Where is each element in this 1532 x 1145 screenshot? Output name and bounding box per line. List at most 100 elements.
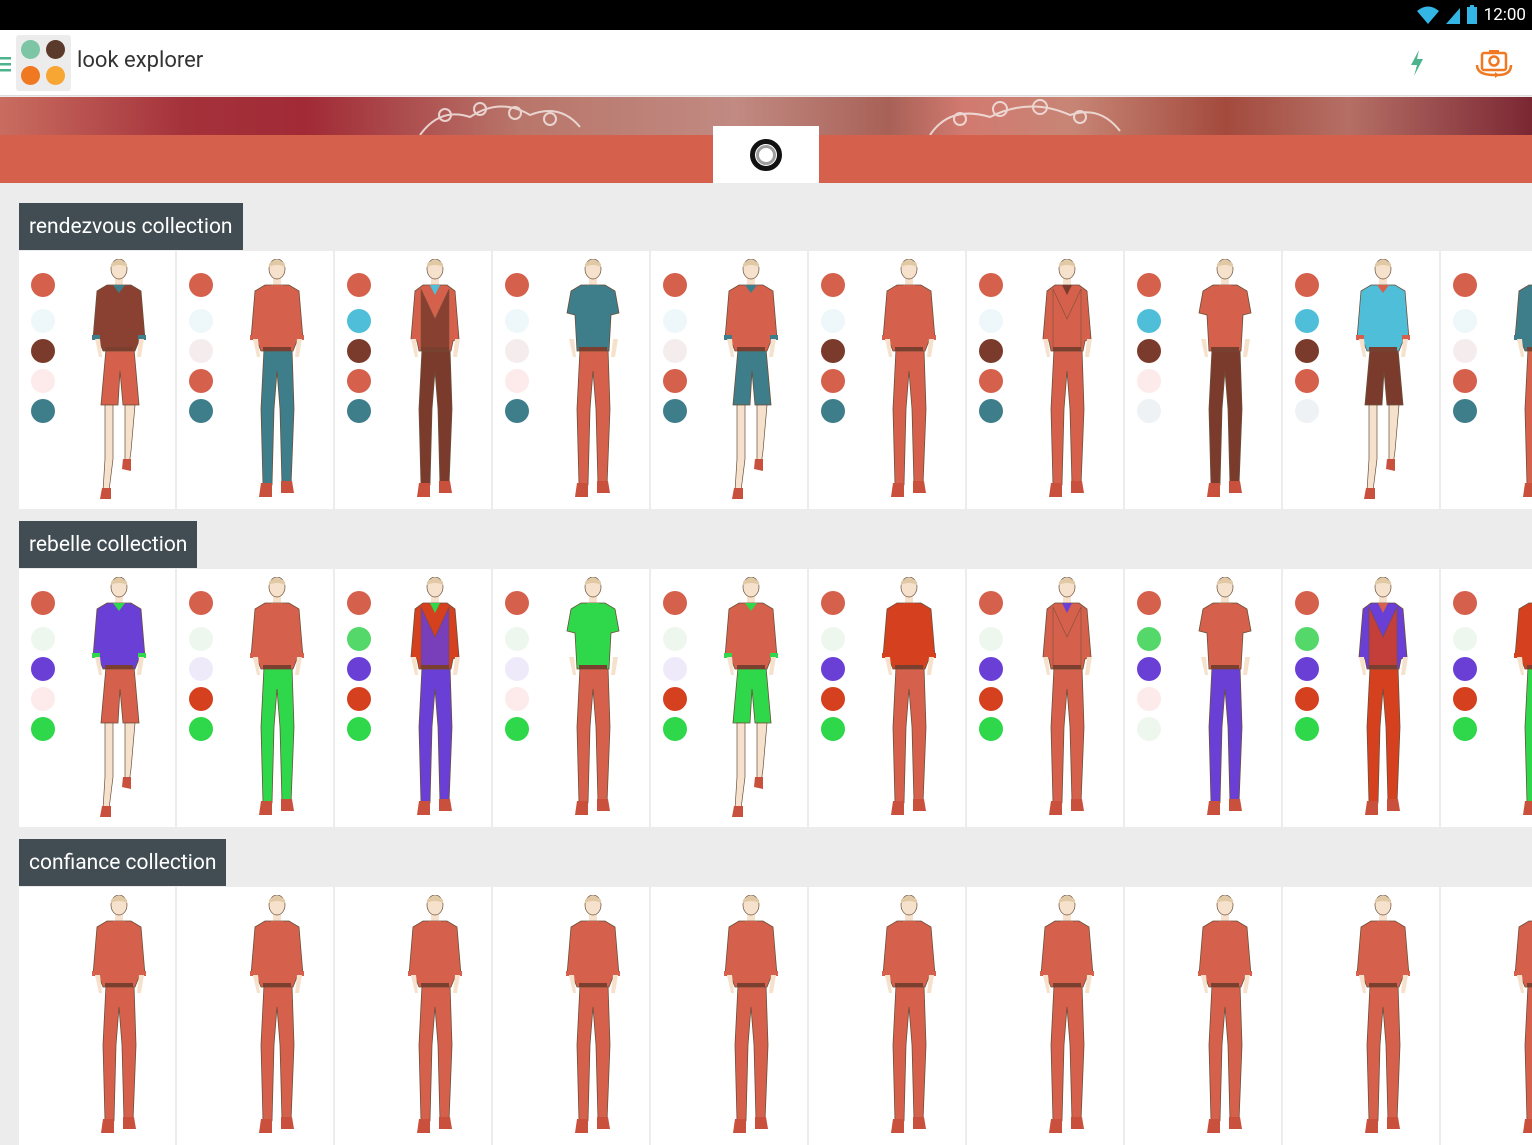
outfit-figure: [701, 894, 801, 1137]
switch-camera-icon: [1475, 50, 1513, 78]
color-swatch: [347, 339, 371, 363]
look-card[interactable]: [493, 251, 649, 509]
color-swatch: [1453, 369, 1477, 393]
collection-row: [19, 569, 1532, 827]
color-swatch: [821, 657, 845, 681]
outfit-figure: [543, 258, 643, 501]
look-card[interactable]: [651, 887, 807, 1145]
color-swatch: [31, 591, 55, 615]
logo-dot: [46, 40, 65, 59]
look-card[interactable]: [967, 887, 1123, 1145]
color-swatch: [347, 687, 371, 711]
look-card[interactable]: [1283, 887, 1439, 1145]
outfit-figure: [1175, 258, 1275, 501]
switch-camera-button[interactable]: [1470, 44, 1518, 82]
outfit-figure: [1333, 258, 1433, 501]
color-swatch: [979, 591, 1003, 615]
outfit-figure: [1333, 576, 1433, 819]
look-card[interactable]: [335, 887, 491, 1145]
color-swatch: [31, 339, 55, 363]
color-swatch: [505, 339, 529, 363]
look-card[interactable]: [967, 251, 1123, 509]
look-card[interactable]: [19, 569, 175, 827]
outfit-figure: [701, 258, 801, 501]
color-swatch: [189, 273, 213, 297]
color-swatch: [1453, 687, 1477, 711]
look-card[interactable]: [1283, 251, 1439, 509]
drawer-indicator-icon[interactable]: [0, 56, 12, 72]
collection-title[interactable]: rebelle collection: [19, 521, 198, 568]
look-card[interactable]: [1441, 251, 1532, 509]
color-swatch: [663, 717, 687, 741]
status-bar: 12:00: [0, 0, 1532, 30]
color-swatch: [1137, 657, 1161, 681]
color-swatch: [347, 591, 371, 615]
look-card[interactable]: [19, 251, 175, 509]
look-card[interactable]: [809, 887, 965, 1145]
look-card[interactable]: [1441, 569, 1532, 827]
look-card[interactable]: [177, 569, 333, 827]
look-card[interactable]: [1441, 887, 1532, 1145]
collection-title[interactable]: confiance collection: [19, 839, 227, 886]
color-swatch: [821, 717, 845, 741]
color-swatch: [31, 369, 55, 393]
color-swatch: [1295, 627, 1319, 651]
capture-button[interactable]: [713, 126, 819, 183]
color-swatch: [347, 717, 371, 741]
app-bar: look explorer: [0, 30, 1532, 96]
color-swatch: [821, 339, 845, 363]
outfit-figure: [385, 258, 485, 501]
outfit-figure: [543, 894, 643, 1137]
color-swatch: [189, 399, 213, 423]
look-card[interactable]: [177, 251, 333, 509]
app-logo[interactable]: [16, 35, 71, 91]
outfit-figure: [859, 894, 959, 1137]
color-swatch: [1453, 399, 1477, 423]
color-swatch: [189, 339, 213, 363]
color-swatch: [979, 687, 1003, 711]
look-card[interactable]: [335, 251, 491, 509]
look-card[interactable]: [809, 251, 965, 509]
color-swatch: [1295, 273, 1319, 297]
color-swatch: [821, 687, 845, 711]
look-card[interactable]: [493, 887, 649, 1145]
clock: 12:00: [1483, 5, 1526, 25]
color-swatch: [1295, 309, 1319, 333]
outfit-figure: [385, 576, 485, 819]
look-card[interactable]: [19, 887, 175, 1145]
app-title: look explorer: [77, 48, 204, 73]
outfit-figure: [227, 894, 327, 1137]
collection-title[interactable]: rendezvous collection: [19, 203, 243, 250]
color-swatch: [189, 687, 213, 711]
color-swatch: [189, 369, 213, 393]
look-card[interactable]: [335, 569, 491, 827]
look-card[interactable]: [1125, 569, 1281, 827]
color-swatch: [1295, 717, 1319, 741]
look-card[interactable]: [177, 887, 333, 1145]
color-swatch: [505, 717, 529, 741]
color-swatch: [31, 687, 55, 711]
look-card[interactable]: [493, 569, 649, 827]
look-card[interactable]: [651, 251, 807, 509]
color-swatch: [505, 273, 529, 297]
outfit-figure: [1017, 258, 1117, 501]
color-swatch: [189, 717, 213, 741]
collection-row: [19, 251, 1532, 509]
logo-dot: [21, 40, 40, 59]
look-card[interactable]: [967, 569, 1123, 827]
shutter-ring-icon: [750, 138, 782, 171]
color-swatch: [821, 309, 845, 333]
look-card[interactable]: [809, 569, 965, 827]
look-card[interactable]: [1125, 251, 1281, 509]
look-card[interactable]: [1283, 569, 1439, 827]
wifi-icon: [1416, 6, 1439, 24]
outfit-figure: [1175, 576, 1275, 819]
look-card[interactable]: [651, 569, 807, 827]
collection-row: [19, 887, 1532, 1145]
color-swatch: [821, 591, 845, 615]
color-swatch: [1453, 273, 1477, 297]
flash-button[interactable]: [1398, 44, 1436, 82]
color-swatch: [505, 369, 529, 393]
look-card[interactable]: [1125, 887, 1281, 1145]
color-swatch: [979, 273, 1003, 297]
